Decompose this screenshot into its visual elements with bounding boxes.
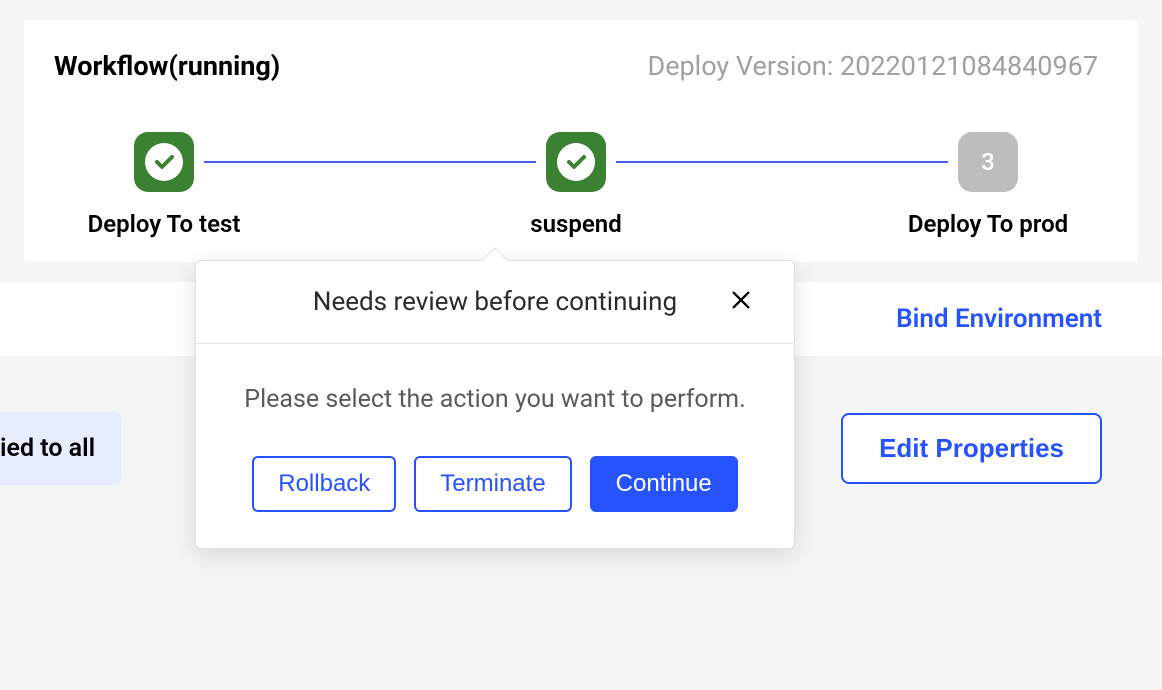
popover-actions: Rollback Terminate Continue [196, 430, 794, 548]
bind-environment-link[interactable]: Bind Environment [896, 304, 1102, 334]
continue-button[interactable]: Continue [590, 456, 738, 512]
popover-header: Needs review before continuing [196, 261, 794, 344]
step-suspend[interactable]: suspend [546, 132, 606, 192]
popover-title: Needs review before continuing [313, 287, 677, 317]
popover-message: Please select the action you want to per… [242, 380, 748, 420]
applied-badge: ied to all [0, 412, 121, 485]
step-badge-done [546, 132, 606, 192]
workflow-card: Workflow(running) Deploy Version: 202201… [24, 20, 1138, 262]
workflow-steps: Deploy To test suspend 3 Deploy To prod [54, 132, 1098, 192]
step-label: suspend [530, 210, 621, 238]
workflow-title: Workflow(running) [54, 50, 280, 82]
step-deploy-prod[interactable]: 3 Deploy To prod [958, 132, 1018, 192]
step-label: Deploy To test [88, 210, 241, 238]
deploy-version: Deploy Version: 20220121084840967 [647, 50, 1098, 82]
terminate-button[interactable]: Terminate [414, 456, 571, 512]
step-label: Deploy To prod [908, 210, 1068, 238]
step-badge-done [134, 132, 194, 192]
review-popover: Needs review before continuing Please se… [195, 260, 795, 549]
popover-body: Please select the action you want to per… [196, 344, 794, 430]
rollback-button[interactable]: Rollback [252, 456, 396, 512]
step-number: 3 [981, 148, 995, 176]
edit-properties-button[interactable]: Edit Properties [841, 413, 1102, 484]
step-connector [616, 161, 948, 163]
close-icon[interactable] [724, 281, 758, 323]
step-badge-pending: 3 [958, 132, 1018, 192]
step-connector [204, 161, 536, 163]
card-header: Workflow(running) Deploy Version: 202201… [54, 50, 1098, 82]
step-deploy-test[interactable]: Deploy To test [134, 132, 194, 192]
check-icon [557, 143, 595, 181]
check-icon [145, 143, 183, 181]
